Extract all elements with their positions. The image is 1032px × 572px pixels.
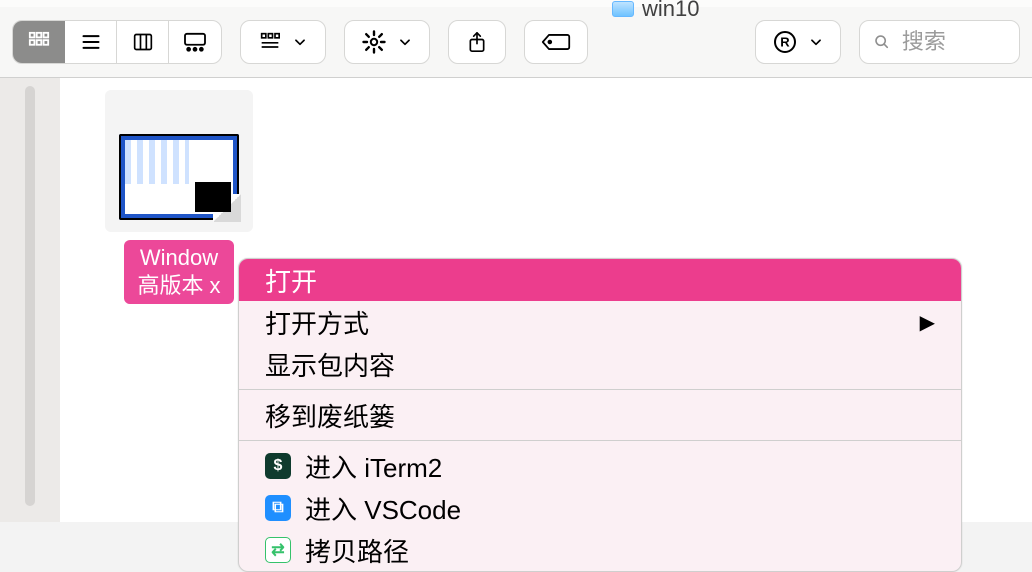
group-icon	[259, 32, 281, 52]
group-by-button[interactable]	[240, 20, 326, 64]
list-icon	[80, 32, 102, 52]
menu-item-vscode[interactable]: ⧉ 进入 VSCode	[239, 487, 961, 529]
menu-item-show-package[interactable]: 显示包内容	[239, 343, 961, 385]
menu-item-copy-path[interactable]: ⇄ 拷贝路径	[239, 529, 961, 571]
menu-separator	[239, 389, 961, 390]
search-icon	[874, 32, 890, 52]
menu-separator	[239, 440, 961, 441]
menu-item-iterm[interactable]: $ 进入 iTerm2	[239, 445, 961, 487]
folder-icon	[612, 1, 634, 17]
grid-icon	[28, 31, 50, 53]
chevron-down-icon	[398, 35, 412, 49]
window-folder-name: win10	[642, 0, 699, 22]
menu-item-trash[interactable]: 移到废纸篓	[239, 394, 961, 436]
share-button[interactable]	[448, 20, 506, 64]
gear-icon	[362, 30, 386, 54]
content-area: Window 高版本 x 打开 打开方式 ▶ 显示包内容 移到废纸篓 $	[0, 78, 1032, 522]
view-column-button[interactable]	[117, 21, 169, 63]
registered-icon: R	[773, 30, 797, 54]
chevron-down-icon	[293, 35, 307, 49]
tag-icon	[541, 32, 571, 52]
scroll-handle[interactable]	[25, 86, 35, 506]
windows-screenshot-icon	[119, 134, 239, 220]
recent-button[interactable]: R	[755, 20, 841, 64]
view-mode-segment	[12, 20, 222, 64]
chevron-down-icon	[809, 35, 823, 49]
sidebar-gutter	[0, 78, 60, 522]
tags-button[interactable]	[524, 20, 588, 64]
view-gallery-button[interactable]	[169, 21, 221, 63]
search-field[interactable]	[859, 20, 1020, 64]
copy-path-icon: ⇄	[265, 537, 291, 563]
view-list-button[interactable]	[65, 21, 117, 63]
submenu-arrow-icon: ▶	[920, 310, 935, 335]
share-icon	[467, 30, 487, 54]
file-thumbnail	[105, 90, 253, 232]
file-item[interactable]: Window 高版本 x	[104, 90, 254, 304]
vscode-icon: ⧉	[265, 495, 291, 521]
svg-text:R: R	[780, 35, 790, 50]
window-title: win10	[612, 0, 699, 22]
menu-item-open-with[interactable]: 打开方式 ▶	[239, 301, 961, 343]
columns-icon	[132, 32, 154, 52]
iterm-icon: $	[265, 453, 291, 479]
file-label: Window 高版本 x	[124, 240, 234, 304]
file-name-line1: Window	[140, 245, 218, 270]
menu-item-open[interactable]: 打开	[239, 259, 961, 301]
search-input[interactable]	[900, 28, 1005, 56]
gallery-icon	[183, 32, 207, 52]
context-menu: 打开 打开方式 ▶ 显示包内容 移到废纸篓 $ 进入 iTerm2 ⧉ 进入 V…	[238, 258, 962, 572]
view-icon-button[interactable]	[13, 21, 65, 63]
toolbar: R	[0, 7, 1032, 78]
file-canvas[interactable]: Window 高版本 x 打开 打开方式 ▶ 显示包内容 移到废纸篓 $	[60, 78, 1032, 522]
file-name-line2: 高版本 x	[137, 273, 220, 298]
action-button[interactable]	[344, 20, 430, 64]
titlebar: win10	[0, 0, 1032, 7]
